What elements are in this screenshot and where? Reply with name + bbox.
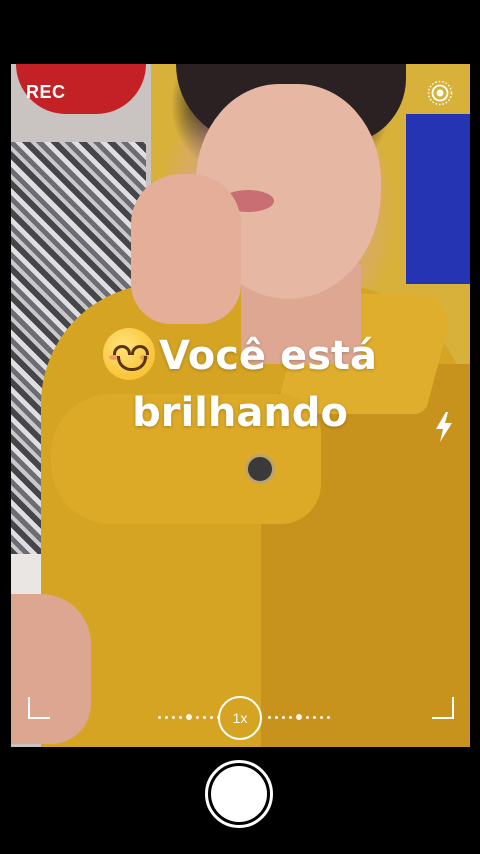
live-photo-icon[interactable] [427, 80, 453, 106]
zoom-scale-left[interactable] [158, 713, 220, 721]
caption-text: Você está brilhando [0, 328, 480, 442]
zoom-scale-right[interactable] [268, 713, 330, 721]
caption-line-2: brilhando [132, 390, 348, 436]
top-bar [0, 0, 480, 64]
subject-hand [131, 174, 241, 324]
subject-hand-lower [11, 594, 91, 744]
flash-icon[interactable] [432, 410, 456, 444]
frame-corner-bottom-right [432, 697, 454, 719]
background-blue-shape [406, 114, 470, 284]
zoom-button[interactable]: 1x [218, 696, 262, 740]
caption-line-1: Você está [0, 328, 480, 385]
shutter-button[interactable] [211, 766, 267, 822]
smiling-face-icon [102, 328, 155, 380]
rec-label: REC [26, 82, 66, 102]
jacket-button [245, 454, 275, 484]
frame-corner-bottom-left [28, 697, 50, 719]
caption-line-1-text: Você está [158, 333, 378, 379]
